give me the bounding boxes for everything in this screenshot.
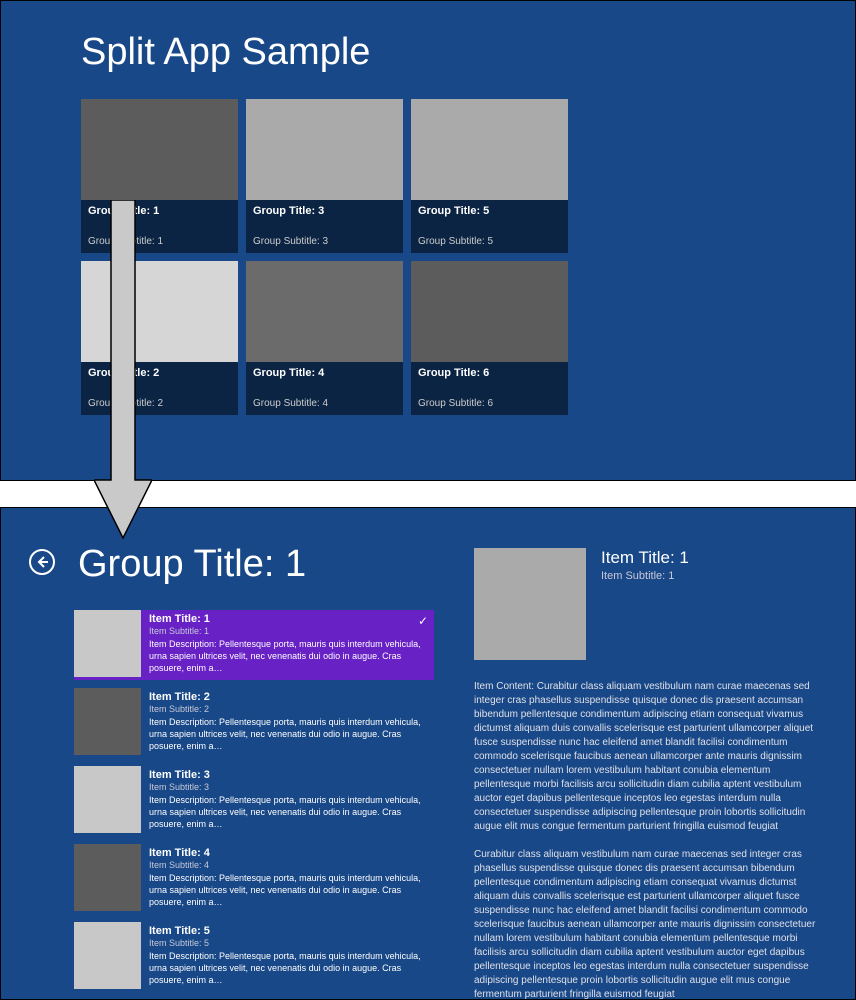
- check-icon: ✓: [418, 614, 428, 628]
- item-thumbnail: [74, 688, 141, 755]
- item-thumbnail: [74, 766, 141, 833]
- list-item[interactable]: Item Title: 3 Item Subtitle: 3 Item Desc…: [74, 766, 434, 836]
- item-description: Item Description: Pellentesque porta, ma…: [149, 716, 426, 752]
- tile-image: [411, 99, 568, 200]
- detail-paragraph: Item Content: Curabitur class aliquam ve…: [474, 680, 820, 834]
- tile-caption: Group Title: 5 Group Subtitle: 5: [411, 200, 568, 253]
- item-description: Item Description: Pellentesque porta, ma…: [149, 950, 426, 986]
- tile-title: Group Title: 5: [418, 205, 561, 217]
- tile-caption: Group Title: 4 Group Subtitle: 4: [246, 362, 403, 415]
- tile-title: Group Title: 6: [418, 367, 561, 379]
- item-title: Item Title: 1: [149, 613, 426, 625]
- tile-subtitle: Group Subtitle: 5: [418, 236, 493, 247]
- tile-title: Group Title: 4: [253, 367, 396, 379]
- list-item[interactable]: Item Title: 5 Item Subtitle: 5 Item Desc…: [74, 922, 434, 992]
- item-subtitle: Item Subtitle: 1: [149, 626, 426, 636]
- navigation-arrow-icon: [94, 200, 152, 540]
- tile-subtitle: Group Subtitle: 6: [418, 398, 493, 409]
- item-title: Item Title: 2: [149, 691, 426, 703]
- item-description: Item Description: Pellentesque porta, ma…: [149, 638, 426, 674]
- back-button[interactable]: [29, 549, 55, 575]
- tile-image: [411, 261, 568, 362]
- tile-image: [81, 99, 238, 200]
- tile-image: [246, 99, 403, 200]
- item-text: Item Title: 5 Item Subtitle: 5 Item Desc…: [141, 922, 434, 992]
- group-tile[interactable]: Group Title: 4 Group Subtitle: 4: [246, 261, 403, 415]
- tile-subtitle: Group Subtitle: 4: [253, 398, 328, 409]
- item-subtitle: Item Subtitle: 3: [149, 782, 426, 792]
- split-screen: Group Title: 1 Item Title: 1 Item Subtit…: [0, 507, 856, 1000]
- item-thumbnail: [74, 610, 141, 677]
- item-text: Item Title: 1 Item Subtitle: 1 Item Desc…: [141, 610, 434, 680]
- app-title: Split App Sample: [81, 31, 855, 74]
- tile-subtitle: Group Subtitle: 3: [253, 236, 328, 247]
- item-list-panel: Group Title: 1 Item Title: 1 Item Subtit…: [74, 543, 434, 999]
- item-subtitle: Item Subtitle: 5: [149, 938, 426, 948]
- group-tile[interactable]: Group Title: 5 Group Subtitle: 5: [411, 99, 568, 253]
- item-title: Item Title: 5: [149, 925, 426, 937]
- list-item[interactable]: Item Title: 1 Item Subtitle: 1 Item Desc…: [74, 610, 434, 680]
- item-text: Item Title: 3 Item Subtitle: 3 Item Desc…: [141, 766, 434, 836]
- tile-image: [246, 261, 403, 362]
- detail-header: Item Title: 1 Item Subtitle: 1: [474, 548, 820, 660]
- item-description: Item Description: Pellentesque porta, ma…: [149, 794, 426, 830]
- item-title: Item Title: 3: [149, 769, 426, 781]
- detail-content: Item Content: Curabitur class aliquam ve…: [474, 680, 820, 1000]
- group-heading: Group Title: 1: [78, 543, 434, 586]
- tile-caption: Group Title: 3 Group Subtitle: 3: [246, 200, 403, 253]
- group-tile[interactable]: Group Title: 6 Group Subtitle: 6: [411, 261, 568, 415]
- tile-title: Group Title: 3: [253, 205, 396, 217]
- item-text: Item Title: 2 Item Subtitle: 2 Item Desc…: [141, 688, 434, 758]
- group-tile[interactable]: Group Title: 3 Group Subtitle: 3: [246, 99, 403, 253]
- item-thumbnail: [74, 844, 141, 911]
- item-description: Item Description: Pellentesque porta, ma…: [149, 872, 426, 908]
- item-subtitle: Item Subtitle: 4: [149, 860, 426, 870]
- item-title: Item Title: 4: [149, 847, 426, 859]
- detail-paragraph: Curabitur class aliquam vestibulum nam c…: [474, 848, 820, 1000]
- group-grid: Group Title: 1 Group Subtitle: 1 Group T…: [81, 99, 855, 415]
- detail-thumbnail: [474, 548, 586, 660]
- detail-title: Item Title: 1: [601, 548, 689, 568]
- item-list[interactable]: Item Title: 1 Item Subtitle: 1 Item Desc…: [74, 610, 434, 1000]
- list-item[interactable]: Item Title: 4 Item Subtitle: 4 Item Desc…: [74, 844, 434, 914]
- list-item[interactable]: Item Title: 2 Item Subtitle: 2 Item Desc…: [74, 688, 434, 758]
- item-subtitle: Item Subtitle: 2: [149, 704, 426, 714]
- item-detail-panel: Item Title: 1 Item Subtitle: 1 Item Cont…: [474, 543, 820, 999]
- detail-subtitle: Item Subtitle: 1: [601, 570, 689, 582]
- tile-caption: Group Title: 6 Group Subtitle: 6: [411, 362, 568, 415]
- item-thumbnail: [74, 922, 141, 989]
- item-text: Item Title: 4 Item Subtitle: 4 Item Desc…: [141, 844, 434, 914]
